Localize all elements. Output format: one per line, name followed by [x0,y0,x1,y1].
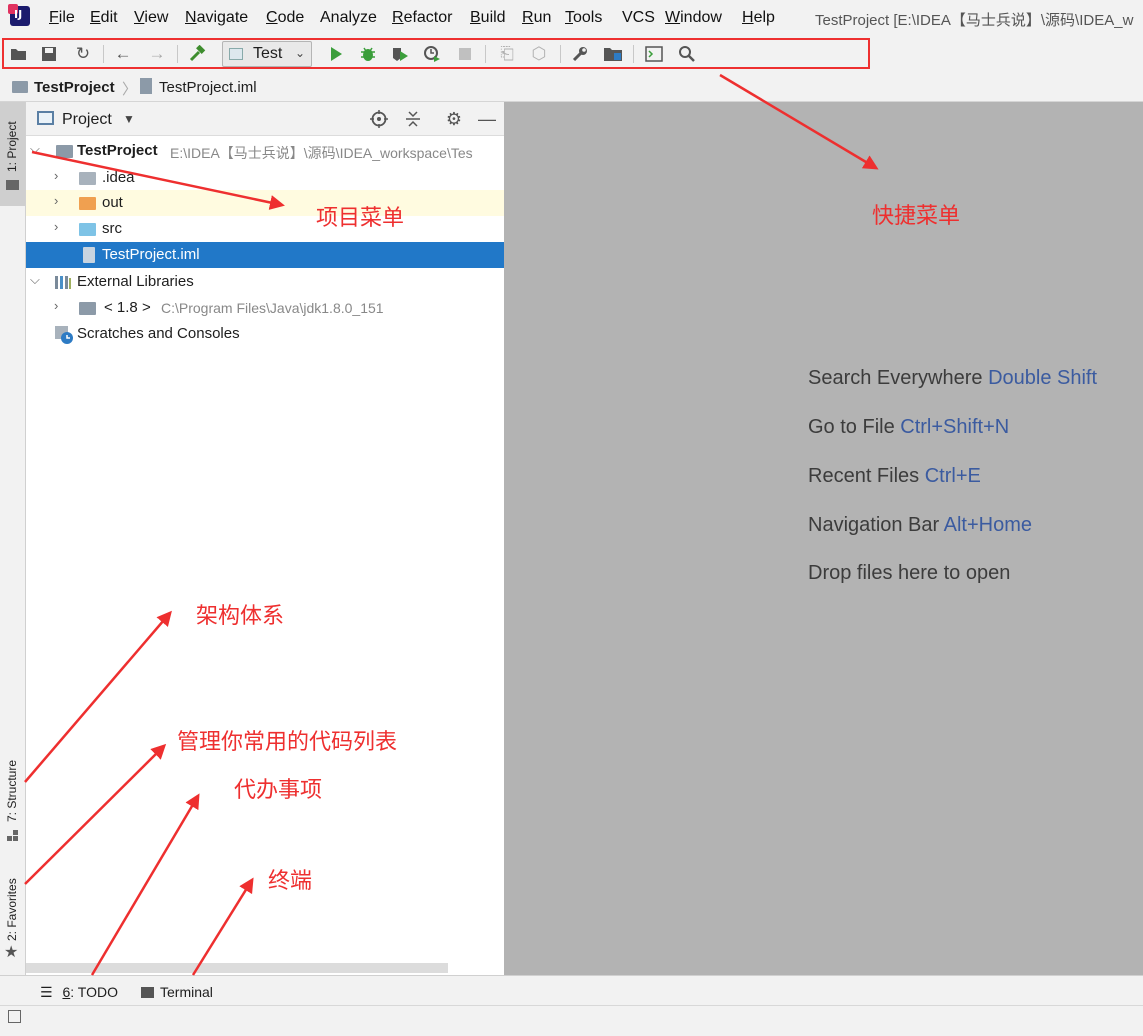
annotation-favorites: 管理你常用的代码列表 [177,730,398,755]
annotation-terminal: 终端 [268,869,313,894]
project-view-selector[interactable]: Project [62,111,112,129]
tool-window-tab-structure[interactable]: 7: Structure [0,745,25,845]
folder-icon [79,172,96,185]
tree-node-label: src [102,220,122,237]
menu-analyze[interactable]: Analyze [320,9,377,27]
tree-node-label: < 1.8 > [104,299,151,316]
hint-recent-files: Recent Files Ctrl+E [808,465,981,487]
annotation-todo: 代办事项 [234,778,323,803]
chevron-right-icon[interactable]: › [54,219,58,234]
tree-node-label: TestProject [77,142,158,159]
folder-icon [12,81,28,93]
structure-icon [7,828,18,841]
menu-build[interactable]: Build [470,9,506,27]
scratches-icon [54,325,74,349]
favorites-tab-label: 2: Favorites [5,878,19,941]
tree-node-label: External Libraries [77,273,194,290]
menu-tools[interactable]: Tools [565,9,602,27]
breadcrumb-project[interactable]: TestProject [34,79,115,96]
locate-icon[interactable] [368,108,390,130]
annotation-structure: 架构体系 [196,604,285,629]
menu-code[interactable]: Code [266,9,304,27]
tree-node-label: Scratches and Consoles [77,325,240,342]
tree-node-label: .idea [102,169,135,186]
menu-view[interactable]: View [134,9,168,27]
chevron-down-icon[interactable]: ⌵ [30,141,40,157]
star-icon: ★ [4,944,19,961]
menu-refactor[interactable]: Refactor [392,9,452,27]
tree-node-label: out [102,194,123,211]
toolbar-highlight-box [2,38,870,69]
tree-node-path: C:\Program Files\Java\jdk1.8.0_151 [161,300,384,316]
jdk-folder-icon [79,302,96,315]
menu-window[interactable]: Window [665,9,722,27]
horizontal-scrollbar[interactable] [26,963,448,973]
menu-run[interactable]: Run [522,9,551,27]
toggle-tool-windows-icon[interactable] [8,1010,21,1023]
hint-search-everywhere: Search Everywhere Double Shift [808,367,1098,389]
list-icon: ☰ [40,984,53,1000]
tree-node-path: E:\IDEA【马士兵说】\源码\IDEA_workspace\Tes [170,145,473,161]
tool-window-tab-favorites[interactable]: 2: Favorites ★ [0,866,25,966]
library-icon [54,274,72,294]
hide-icon[interactable]: — [476,108,498,130]
structure-tab-label: 7: Structure [5,759,19,822]
menu-vcs[interactable]: VCS [622,9,655,27]
project-view-icon [37,111,54,125]
folder-icon [79,197,96,210]
breadcrumb-separator: 〉 [122,81,138,98]
tree-node-idea[interactable]: › .idea [26,165,504,191]
breadcrumb-file[interactable]: TestProject.iml [159,79,257,96]
tree-node-jdk[interactable]: › < 1.8 > C:\Program Files\Java\jdk1.8.0… [26,295,504,321]
tree-node-scratches[interactable]: Scratches and Consoles [26,321,504,347]
menu-navigate[interactable]: Navigate [185,9,248,27]
chevron-right-icon[interactable]: › [54,193,58,208]
terminal-label: Terminal [160,984,213,1000]
terminal-icon [141,987,154,998]
tree-node-root[interactable]: ⌵ TestProject E:\IDEA【马士兵说】\源码\IDEA_work… [26,138,504,164]
folder-icon [6,180,19,190]
hint-navigation-bar: Navigation Bar Alt+Home [808,514,1033,536]
hint-go-to-file: Go to File Ctrl+Shift+N [808,416,1010,438]
module-file-icon [140,78,152,94]
chevron-right-icon[interactable]: › [54,298,58,313]
collapse-all-icon[interactable] [402,108,424,130]
annotation-project-menu: 项目菜单 [316,206,405,231]
annotation-shortcut-menu: 快捷菜单 [872,204,961,229]
tree-node-external-libraries[interactable]: ⌵ External Libraries [26,269,504,295]
tool-window-tab-terminal[interactable]: Terminal [141,984,213,1000]
menu-help[interactable]: Help [742,9,775,27]
tool-window-tab-todo[interactable]: ☰ 6: TODO [40,984,118,1001]
gear-icon[interactable]: ⚙ [443,108,465,130]
module-folder-icon [56,145,73,158]
module-file-icon [83,247,95,263]
folder-icon [79,223,96,236]
status-bar [0,1005,1143,1036]
tree-node-out[interactable]: › out [26,190,504,216]
tool-window-tab-project[interactable]: 1: Project [0,102,25,206]
chevron-down-icon[interactable]: ⌵ [30,272,40,288]
tree-node-iml[interactable]: TestProject.iml [26,242,504,268]
project-tab-label: 1: Project [5,121,19,172]
intellij-logo-icon: IJ [8,4,30,26]
todo-label: TODO [77,984,118,1000]
editor-area[interactable] [504,102,1143,975]
window-title: TestProject [E:\IDEA【马士兵说】\源码\IDEA_w [815,12,1134,29]
chevron-right-icon[interactable]: › [54,168,58,183]
menu-file[interactable]: File [49,9,75,27]
tree-node-src[interactable]: › src [26,216,504,242]
chevron-down-icon[interactable]: ▼ [123,112,135,126]
hint-drop-files: Drop files here to open [808,562,1011,584]
menu-edit[interactable]: Edit [90,9,118,27]
tree-node-label: TestProject.iml [102,246,200,263]
